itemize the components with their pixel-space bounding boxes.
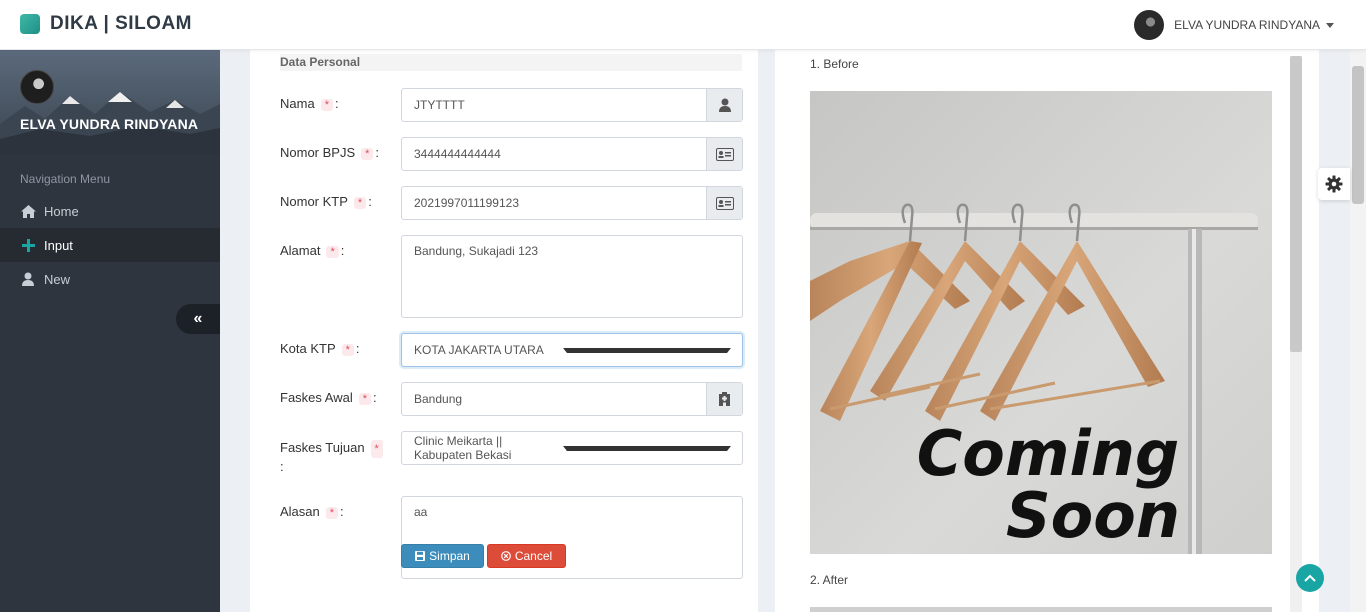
- required-mark: *: [361, 148, 374, 160]
- bpjs-input[interactable]: [402, 138, 706, 170]
- floppy-disk-icon: [415, 551, 426, 561]
- before-image: Coming Soon: [810, 91, 1272, 554]
- user-icon: [706, 89, 742, 121]
- settings-button[interactable]: [1318, 168, 1350, 200]
- label-colon: :: [355, 341, 360, 356]
- sidebar-user-name: ELVA YUNDRA RINDYANA: [20, 116, 199, 132]
- avatar: [1134, 10, 1165, 40]
- faskes-tujuan-select[interactable]: Clinic Meikarta || Kabupaten Bekasi: [401, 431, 743, 465]
- sidebar-item-label: Input: [44, 237, 73, 253]
- profile-avatar: [20, 70, 54, 104]
- kota-ktp-label-text: Kota KTP: [280, 341, 336, 356]
- sidebar-item-input[interactable]: Input: [0, 228, 220, 262]
- bpjs-label-text: Nomor BPJS: [280, 145, 356, 160]
- label-colon: :: [368, 194, 372, 209]
- label-colon: :: [375, 145, 380, 160]
- coming-soon-image: Coming Soon: [810, 91, 1272, 554]
- label-colon: :: [280, 459, 284, 474]
- id-card-icon: [706, 138, 742, 170]
- save-button-label: Simpan: [429, 549, 470, 563]
- sidebar-item-home[interactable]: Home: [0, 194, 220, 228]
- hospital-icon: [706, 383, 742, 415]
- alasan-label: Alasan *:: [280, 504, 344, 519]
- required-mark: *: [341, 344, 354, 356]
- ktp-label-text: Nomor KTP: [280, 194, 348, 209]
- before-label: 1. Before: [810, 57, 859, 71]
- label-colon: :: [373, 390, 377, 405]
- ktp-input-group: [401, 186, 743, 220]
- alamat-textarea[interactable]: Bandung, Sukajadi 123: [401, 235, 743, 318]
- sidebar: ELVA YUNDRA RINDYANA Navigation Menu Hom…: [0, 50, 220, 612]
- save-button[interactable]: Simpan: [401, 544, 484, 568]
- top-navbar: DIKA | SILOAM ELVA YUNDRA RINDYANA: [0, 0, 1366, 50]
- faskes-tujuan-label: Faskes Tujuan *:: [280, 439, 388, 476]
- plus-icon: [20, 238, 36, 252]
- faskes-tujuan-selected-value: Clinic Meikarta || Kabupaten Bekasi: [414, 434, 512, 462]
- section-title: Data Personal: [280, 54, 742, 71]
- user-menu-dropdown[interactable]: ELVA YUNDRA RINDYANA: [1134, 10, 1334, 40]
- sidebar-profile-panel: ELVA YUNDRA RINDYANA: [0, 50, 220, 154]
- close-circle-icon: [500, 551, 511, 561]
- sidebar-item-label: New: [44, 271, 71, 287]
- faskes-awal-input[interactable]: [402, 383, 706, 415]
- id-card-icon: [706, 187, 742, 219]
- bpjs-input-group: [401, 137, 743, 171]
- label-colon: :: [334, 96, 339, 111]
- double-chevron-left-icon: «: [193, 310, 203, 327]
- after-label: 2. After: [810, 573, 849, 587]
- required-mark: *: [358, 393, 372, 405]
- ktp-label: Nomor KTP *:: [280, 194, 372, 209]
- bpjs-label: Nomor BPJS *:: [280, 145, 379, 160]
- required-mark: *: [370, 440, 383, 458]
- alamat-label-text: Alamat: [280, 243, 321, 258]
- cancel-button-label: Cancel: [514, 549, 553, 563]
- ktp-input[interactable]: [402, 187, 706, 219]
- chevron-up-icon: [1304, 574, 1316, 582]
- faskes-tujuan-label-text: Faskes Tujuan: [280, 440, 365, 455]
- header-user-name: ELVA YUNDRA RINDYANA: [1174, 18, 1320, 32]
- alamat-label: Alamat *:: [280, 243, 344, 258]
- cancel-button[interactable]: Cancel: [487, 544, 566, 568]
- caret-down-icon: [562, 347, 731, 353]
- form-panel: Data Personal Nama *: Nomor BPJS *: Nomor …: [250, 50, 758, 612]
- brand[interactable]: DIKA | SILOAM: [20, 13, 192, 35]
- kota-ktp-select[interactable]: KOTA JAKARTA UTARA: [401, 333, 743, 367]
- faskes-awal-label: Faskes Awal *:: [280, 390, 377, 405]
- nama-input[interactable]: [402, 89, 706, 121]
- nav-menu-header: Navigation Menu: [20, 172, 111, 186]
- caret-down-icon: [562, 445, 731, 451]
- label-colon: :: [340, 243, 345, 258]
- soon-text: Soon: [1006, 479, 1180, 552]
- brand-logo-icon: [20, 14, 40, 34]
- required-mark: *: [326, 246, 339, 258]
- required-mark: *: [353, 197, 367, 209]
- caret-down-icon: [1326, 22, 1334, 28]
- kota-ktp-selected-value: KOTA JAKARTA UTARA: [414, 343, 544, 357]
- nama-label-text: Nama: [280, 96, 315, 111]
- sidebar-collapse-button[interactable]: «: [176, 304, 220, 334]
- home-icon: [20, 204, 36, 218]
- faskes-awal-label-text: Faskes Awal: [280, 390, 353, 405]
- alasan-label-text: Alasan: [280, 504, 320, 519]
- sidebar-item-new[interactable]: New: [0, 262, 220, 296]
- nama-input-group: [401, 88, 743, 122]
- label-colon: :: [340, 504, 344, 519]
- sidebar-item-label: Home: [44, 203, 79, 219]
- required-mark: *: [320, 99, 333, 111]
- after-image: [810, 607, 1272, 612]
- user-icon: [20, 272, 36, 286]
- brand-title: DIKA | SILOAM: [50, 13, 192, 34]
- image-preview-panel: 1. Before Coming Soon 2. After: [775, 50, 1319, 612]
- nama-label: Nama *:: [280, 96, 339, 111]
- required-mark: *: [325, 507, 339, 519]
- faskes-awal-input-group: [401, 382, 743, 416]
- preview-scrollbar-thumb[interactable]: [1290, 56, 1302, 352]
- kota-ktp-label: Kota KTP *:: [280, 341, 360, 356]
- page-scrollbar-thumb[interactable]: [1352, 66, 1364, 204]
- gear-icon: [1325, 175, 1343, 193]
- scroll-to-top-button[interactable]: [1296, 564, 1324, 592]
